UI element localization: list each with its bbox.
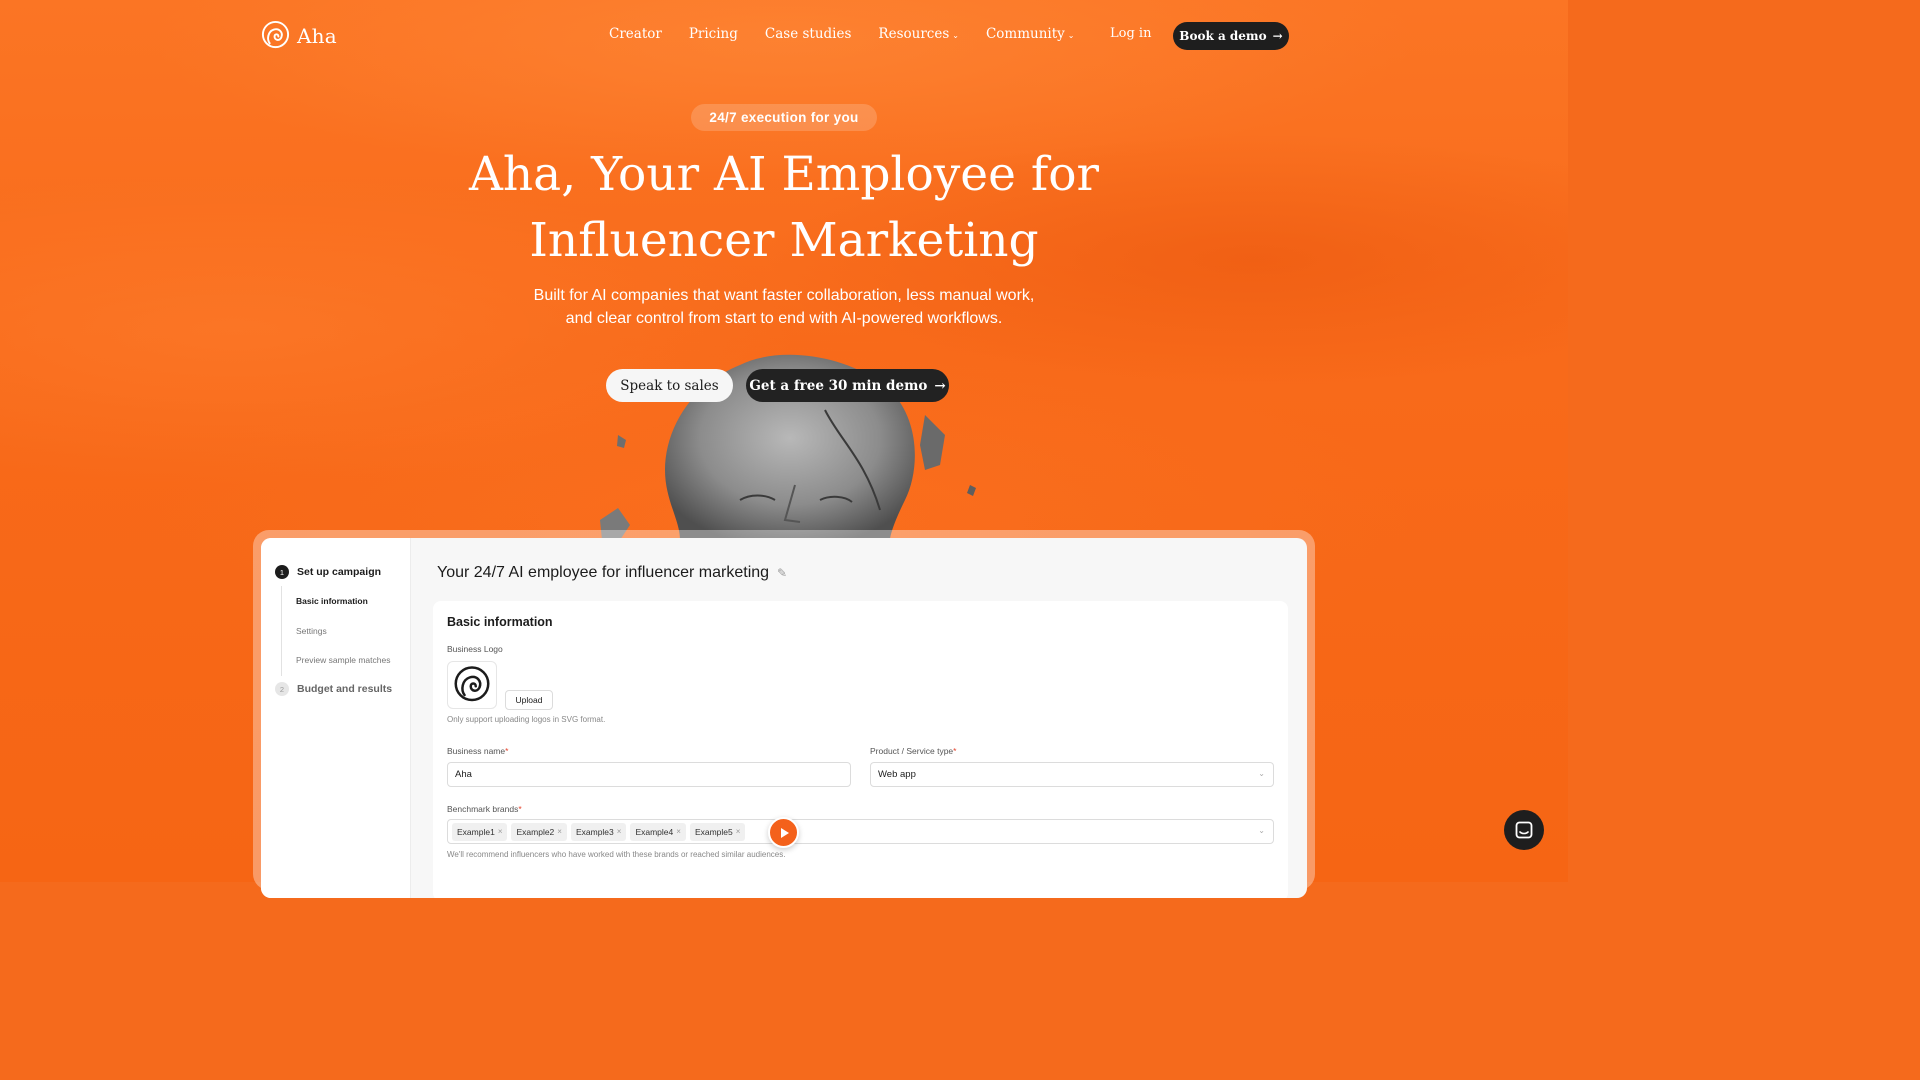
step-set-up-campaign[interactable]: 1 Set up campaign	[275, 565, 381, 579]
required-mark: *	[953, 746, 957, 756]
nav-link-pricing[interactable]: Pricing	[689, 26, 738, 42]
arrow-right-icon: →	[934, 377, 946, 394]
business-name-label-text: Business name	[447, 746, 506, 756]
close-icon[interactable]: ×	[617, 827, 622, 836]
edit-pencil-icon[interactable]: ✎	[777, 566, 787, 580]
campaign-steps-sidebar: 1 Set up campaign Basic information Sett…	[261, 538, 411, 898]
book-demo-label: Book a demo	[1179, 29, 1267, 43]
brand-logo[interactable]: Aha	[260, 20, 337, 51]
free-demo-button[interactable]: Get a free 30 min demo →	[746, 369, 949, 402]
brand-tag-label: Example5	[694, 826, 733, 837]
substep-preview-sample-matches[interactable]: Preview sample matches	[296, 655, 390, 665]
required-mark: *	[505, 746, 509, 756]
brand-tag[interactable]: Example4 ×	[630, 822, 686, 841]
play-video-button[interactable]	[768, 817, 799, 848]
brand-tag[interactable]: Example3 ×	[570, 822, 627, 841]
step-number: 2	[275, 682, 289, 696]
top-nav: Aha Creator Pricing Case studies Resourc…	[0, 0, 1568, 70]
chevron-down-icon: ⌄	[1258, 826, 1265, 835]
benchmark-brands-label: Benchmark brands*	[447, 804, 522, 814]
campaign-title-text: Your 24/7 AI employee for influencer mar…	[437, 564, 770, 581]
benchmark-brands-label-text: Benchmark brands	[447, 804, 519, 814]
required-mark: *	[518, 804, 522, 814]
substep-line	[281, 586, 282, 676]
benchmark-hint: We'll recommend influencers who have wor…	[447, 850, 786, 859]
benchmark-brands-input[interactable]: Example1 × Example2 × Example3 × Example4 × …	[447, 819, 1274, 844]
substep-settings[interactable]: Settings	[296, 626, 327, 636]
step-label: Budget and results	[297, 683, 393, 695]
panel-title: Basic information	[447, 615, 553, 629]
hero-subtitle: Built for AI companies that want faster …	[484, 284, 1084, 330]
nav-link-creator[interactable]: Creator	[609, 26, 662, 42]
brand-tag-label: Example4	[635, 826, 674, 837]
aha-logo-icon	[261, 20, 290, 49]
nav-link-case-studies[interactable]: Case studies	[765, 26, 852, 42]
step-number: 1	[275, 565, 289, 579]
brand-tag[interactable]: Example2 ×	[511, 822, 567, 841]
chat-icon	[1515, 821, 1533, 839]
substep-basic-information[interactable]: Basic information	[296, 596, 368, 606]
nav-link-resources-label: Resources	[878, 26, 950, 42]
product-type-value: Web app	[878, 769, 916, 780]
brand-tag-label: Example1	[457, 826, 495, 837]
chevron-down-icon: ⌄	[1258, 769, 1265, 778]
play-icon	[780, 827, 789, 838]
brand-tag-label: Example3	[575, 826, 614, 837]
product-type-label-text: Product / Service type	[870, 746, 954, 756]
nav-link-resources[interactable]: Resources ⌄	[878, 26, 959, 42]
free-demo-label: Get a free 30 min demo	[749, 377, 928, 394]
step-budget-and-results[interactable]: 2 Budget and results	[275, 682, 392, 696]
hero-subtitle-line2: and clear control from start to end with…	[565, 310, 1003, 327]
nav-link-community[interactable]: Community ⌄	[986, 26, 1075, 42]
nav-links: Creator Pricing Case studies Resources ⌄…	[609, 26, 1102, 42]
business-logo-preview	[447, 661, 497, 709]
chevron-down-icon: ⌄	[952, 30, 959, 40]
arrow-right-icon: →	[1272, 29, 1283, 43]
chevron-down-icon: ⌄	[1067, 30, 1075, 40]
basic-information-panel: Basic information Business Logo Upload O…	[433, 601, 1288, 898]
hero-title: Aha, Your AI Employee for Influencer Mar…	[384, 142, 1184, 274]
close-icon[interactable]: ×	[557, 827, 562, 836]
brand-tag[interactable]: Example5 ×	[689, 822, 746, 841]
business-logo-label: Business Logo	[447, 644, 503, 654]
close-icon[interactable]: ×	[676, 827, 681, 836]
login-link[interactable]: Log in	[1110, 26, 1151, 41]
business-name-input[interactable]: Aha	[447, 762, 851, 787]
hero-title-line1: Aha, Your AI Employee for	[468, 147, 1100, 202]
nav-link-community-label: Community	[985, 26, 1065, 42]
speak-to-sales-button[interactable]: Speak to sales	[606, 369, 733, 402]
close-icon[interactable]: ×	[498, 827, 503, 836]
logo-hint: Only support uploading logos in SVG form…	[447, 715, 606, 724]
campaign-title: Your 24/7 AI employee for influencer mar…	[437, 564, 787, 582]
step-label: Set up campaign	[297, 566, 382, 578]
upload-button[interactable]: Upload	[505, 690, 553, 710]
brand-tag-label: Example2	[516, 826, 555, 837]
business-name-label: Business name*	[447, 746, 508, 756]
book-demo-button[interactable]: Book a demo →	[1173, 22, 1289, 50]
product-type-select[interactable]: Web app ⌄	[870, 762, 1274, 787]
hero-badge: 24/7 execution for you	[691, 104, 877, 131]
product-type-label: Product / Service type*	[870, 746, 956, 756]
chat-widget-button[interactable]	[1504, 810, 1544, 850]
aha-logo-icon	[454, 666, 490, 702]
hero-title-line2: Influencer Marketing	[529, 213, 1039, 268]
hero-subtitle-line1: Built for AI companies that want faster …	[533, 287, 1035, 304]
close-icon[interactable]: ×	[736, 827, 741, 836]
brand-name: Aha	[297, 23, 337, 48]
brand-tag[interactable]: Example1 ×	[452, 822, 508, 841]
